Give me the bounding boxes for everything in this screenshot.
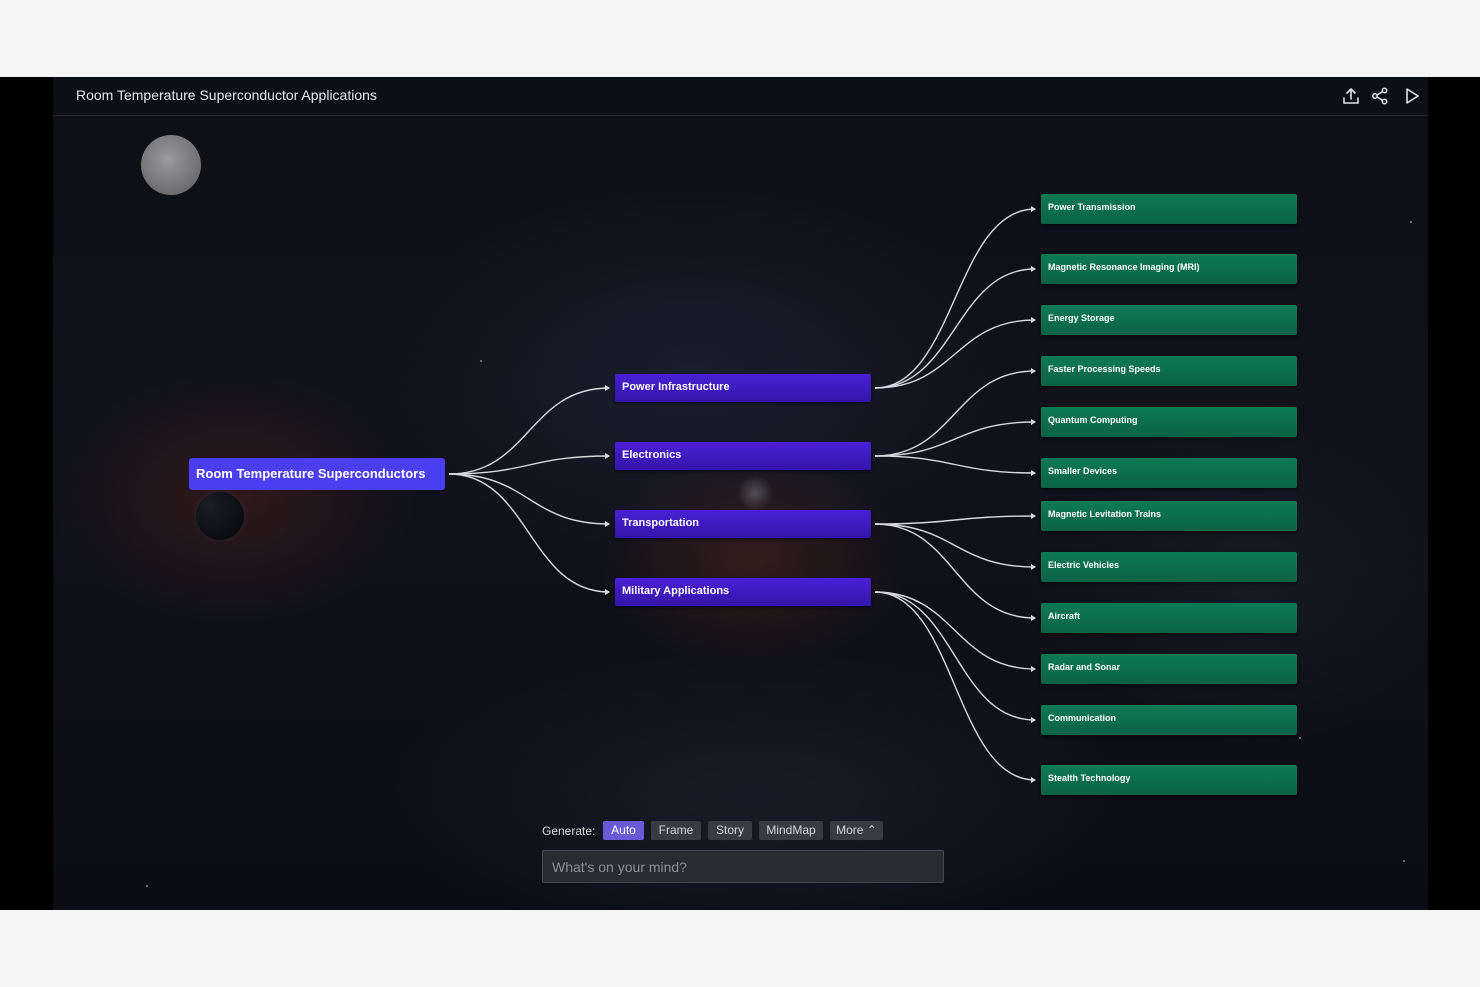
connector-arrow — [1031, 717, 1036, 723]
branch-node[interactable]: Power Infrastructure — [615, 374, 871, 402]
connector-arrow — [605, 385, 610, 391]
connector-arrow — [605, 589, 610, 595]
star-decoration — [480, 360, 482, 362]
connector-line — [874, 515, 1036, 525]
connector-arrow — [1031, 266, 1036, 272]
leaf-node[interactable]: Magnetic Resonance Imaging (MRI) — [1041, 254, 1297, 284]
generate-mindmap-button[interactable]: MindMap — [759, 821, 823, 840]
connector-arrow — [1031, 513, 1036, 519]
connector-arrow — [605, 521, 610, 527]
connector-line — [448, 455, 610, 475]
connector-line — [874, 523, 1036, 568]
connector-line — [874, 523, 1036, 619]
connector-arrow — [1031, 564, 1036, 570]
connector-arrow — [1031, 419, 1036, 425]
top-bar: Room Temperature Superconductor Applicat… — [53, 77, 1428, 116]
connector-line — [874, 421, 1036, 457]
play-icon[interactable] — [1401, 85, 1423, 107]
leaf-node[interactable]: Communication — [1041, 705, 1297, 735]
generate-label: Generate: — [542, 824, 596, 838]
connector-line — [874, 591, 1036, 670]
branch-node[interactable]: Transportation — [615, 510, 871, 538]
connector-arrow — [1031, 368, 1036, 374]
connector-line — [874, 591, 1036, 781]
glow-decoration — [737, 475, 773, 511]
connector-arrow — [1031, 317, 1036, 323]
app-window: Room Temperature Superconductor Applicat… — [0, 77, 1480, 910]
leaf-node[interactable]: Smaller Devices — [1041, 458, 1297, 488]
upload-icon[interactable] — [1340, 85, 1362, 107]
leaf-node[interactable]: Aircraft — [1041, 603, 1297, 633]
prompt-input[interactable] — [542, 850, 944, 883]
connector-arrow — [1031, 206, 1036, 212]
page-title: Room Temperature Superconductor Applicat… — [76, 87, 377, 103]
connector-line — [874, 370, 1036, 457]
leaf-node[interactable]: Radar and Sonar — [1041, 654, 1297, 684]
mindmap-canvas[interactable]: Room Temperature Superconductor Applicat… — [53, 77, 1428, 910]
connector-arrow — [1031, 666, 1036, 672]
connector-line — [874, 319, 1036, 389]
connector-line — [874, 268, 1036, 389]
leaf-node[interactable]: Quantum Computing — [1041, 407, 1297, 437]
connector-line — [448, 473, 610, 593]
connector-line — [874, 455, 1036, 474]
connector-arrow — [605, 453, 610, 459]
leaf-node[interactable]: Magnetic Levitation Trains — [1041, 501, 1297, 531]
generate-story-button[interactable]: Story — [708, 821, 752, 840]
connector-line — [448, 387, 610, 475]
connector-arrow — [1031, 777, 1036, 783]
connector-line — [874, 591, 1036, 721]
leaf-node[interactable]: Faster Processing Speeds — [1041, 356, 1297, 386]
generate-more-button[interactable]: More ⌃ — [830, 821, 883, 840]
branch-node[interactable]: Military Applications — [615, 578, 871, 606]
star-decoration — [1299, 737, 1301, 739]
connector-arrow — [1031, 615, 1036, 621]
leaf-node[interactable]: Energy Storage — [1041, 305, 1297, 335]
planet-decoration — [196, 492, 244, 540]
generate-auto-button[interactable]: Auto — [603, 821, 644, 840]
connector-line — [874, 208, 1036, 389]
leaf-node[interactable]: Power Transmission — [1041, 194, 1297, 224]
star-decoration — [146, 885, 148, 887]
connector-arrow — [1031, 470, 1036, 476]
star-decoration — [1410, 221, 1412, 223]
leaf-node[interactable]: Stealth Technology — [1041, 765, 1297, 795]
star-decoration — [1403, 860, 1405, 862]
leaf-node[interactable]: Electric Vehicles — [1041, 552, 1297, 582]
connector-line — [448, 473, 610, 525]
branch-node[interactable]: Electronics — [615, 442, 871, 470]
moon-decoration — [141, 135, 201, 195]
root-node[interactable]: Room Temperature Superconductors — [189, 458, 445, 490]
generate-frame-button[interactable]: Frame — [651, 821, 701, 840]
share-icon[interactable] — [1369, 85, 1391, 107]
